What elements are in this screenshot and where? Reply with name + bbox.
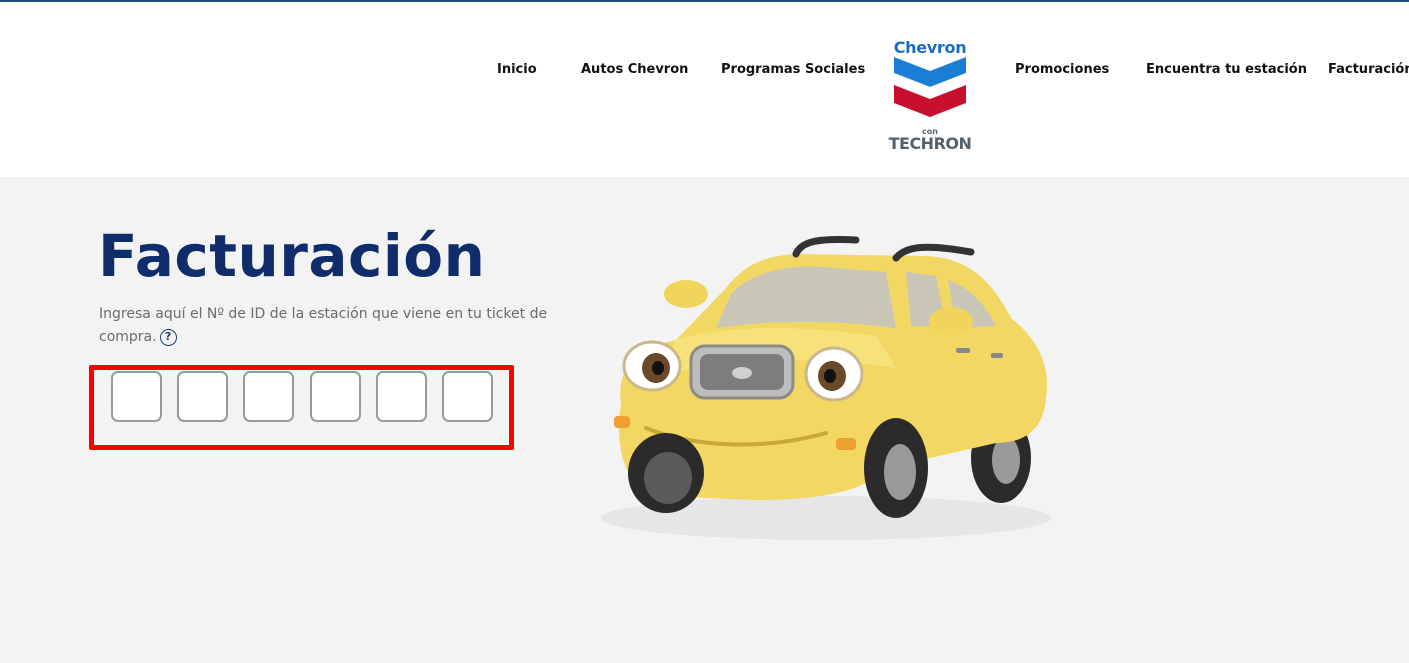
nav-facturacion[interactable]: Facturación [1328, 62, 1409, 77]
station-id-digit-5[interactable] [376, 371, 427, 422]
nav-inicio[interactable]: Inicio [497, 62, 537, 77]
question-circle-icon[interactable]: ? [159, 328, 177, 346]
logo-techron-text: TECHRON [888, 134, 972, 153]
page-title: Facturación [98, 222, 486, 290]
station-id-digit-6[interactable] [442, 371, 493, 422]
nav-autos-chevron[interactable]: Autos Chevron [581, 62, 688, 77]
cartoon-car-illustration [601, 236, 1051, 540]
nav-promociones[interactable]: Promociones [1015, 62, 1109, 77]
station-id-digit-2[interactable] [177, 371, 228, 422]
chevron-emblem-icon [894, 57, 966, 117]
site-header: Inicio Autos Chevron Programas Sociales … [0, 2, 1409, 177]
station-id-digit-4[interactable] [310, 371, 361, 422]
chevron-techron-logo[interactable]: Chevron con TECHRON [888, 38, 972, 158]
station-id-digit-3[interactable] [243, 371, 294, 422]
nav-encuentra-estacion[interactable]: Encuentra tu estación [1146, 62, 1307, 77]
logo-brand-text: Chevron [893, 38, 967, 57]
station-id-digit-1[interactable] [111, 371, 162, 422]
nav-programas-sociales[interactable]: Programas Sociales [721, 62, 865, 77]
instructions-text: Ingresa aquí el Nº de ID de la estación … [99, 303, 569, 349]
